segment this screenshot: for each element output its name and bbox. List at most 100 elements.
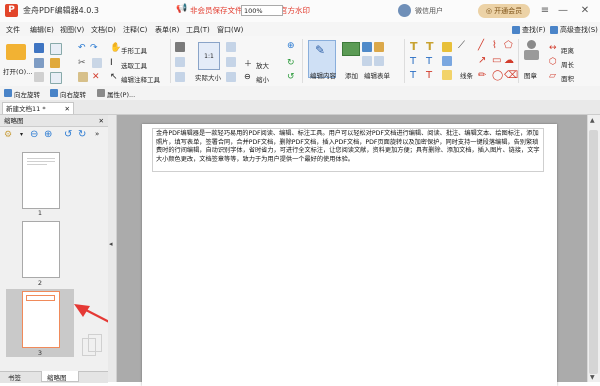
rectangle-icon[interactable]: ▭ bbox=[492, 55, 501, 66]
select-text-label[interactable]: 选取工具 bbox=[121, 60, 147, 70]
new-doc-icon[interactable] bbox=[50, 43, 62, 55]
sticky-note-icon[interactable] bbox=[442, 42, 452, 52]
folder-icon[interactable] bbox=[50, 58, 60, 68]
perimeter-icon[interactable]: ⬡ bbox=[549, 57, 557, 67]
tab-document[interactable]: 新建文档11 * ✕ bbox=[2, 102, 74, 114]
pencil-icon[interactable]: ✏ bbox=[478, 70, 486, 81]
cut-icon[interactable]: ✂ bbox=[78, 58, 86, 68]
minimize-icon[interactable]: — bbox=[556, 4, 570, 18]
add-link-icon[interactable] bbox=[362, 42, 372, 52]
edit-content-label[interactable]: 编辑内容 bbox=[310, 70, 336, 80]
eraser-icon[interactable]: ⌫ bbox=[504, 70, 518, 81]
stamp-label[interactable]: 图章 bbox=[524, 70, 537, 80]
rotate-right-label[interactable]: 向右旋转 bbox=[60, 89, 86, 99]
form-field-icon[interactable] bbox=[362, 56, 372, 66]
print-icon[interactable] bbox=[34, 58, 44, 68]
menu-file[interactable]: 文件 bbox=[6, 25, 20, 35]
single-page-icon[interactable] bbox=[226, 42, 236, 52]
stamp-icon[interactable] bbox=[522, 40, 540, 64]
thumb-zoom-in-icon[interactable]: ⊕ bbox=[44, 129, 52, 140]
line-tool-icon[interactable]: ⟋ bbox=[458, 40, 465, 51]
zoom-in-button-icon[interactable]: ⊕ bbox=[287, 41, 295, 51]
edit-annot-icon[interactable]: ↖ bbox=[110, 72, 118, 82]
properties-icon[interactable] bbox=[97, 89, 105, 97]
open-label[interactable]: 打开(O)... bbox=[3, 66, 32, 76]
polyline-icon[interactable]: ⌇ bbox=[492, 40, 497, 51]
edit-form-label[interactable]: 编辑表单 bbox=[364, 70, 390, 80]
highlighter-icon[interactable] bbox=[442, 70, 452, 80]
redo-icon[interactable]: ↷ bbox=[90, 43, 98, 53]
paste-icon[interactable] bbox=[78, 72, 88, 82]
scroll-down-icon[interactable]: ▼ bbox=[590, 374, 595, 381]
page-icon[interactable] bbox=[50, 72, 62, 84]
facing-page-icon[interactable] bbox=[226, 72, 236, 82]
ellipse-icon[interactable]: ◯ bbox=[492, 70, 503, 81]
close-icon[interactable]: ✕ bbox=[578, 4, 592, 18]
copy-icon[interactable] bbox=[92, 58, 102, 68]
callout-icon[interactable] bbox=[442, 56, 452, 66]
menu-comment[interactable]: 注释(C) bbox=[123, 25, 147, 35]
cloud-icon[interactable]: ☁ bbox=[504, 55, 514, 66]
arrow-icon[interactable]: ↗ bbox=[478, 55, 486, 66]
user-name[interactable]: 微信用户 bbox=[415, 6, 443, 16]
tab-bookmarks[interactable]: 书签 bbox=[8, 372, 21, 382]
zoom-in-icon[interactable]: ＋ bbox=[244, 58, 252, 69]
highlight-text-icon[interactable]: T bbox=[410, 56, 416, 67]
delete-icon[interactable]: ✕ bbox=[92, 72, 100, 82]
distance-label[interactable]: 距离 bbox=[561, 45, 574, 55]
menu-icon[interactable]: ≡ bbox=[538, 4, 552, 18]
diagonal-line-icon[interactable]: ╱ bbox=[478, 40, 484, 51]
menu-view[interactable]: 视图(V) bbox=[60, 25, 84, 35]
add-label[interactable]: 添加 bbox=[345, 70, 358, 80]
hand-tool-icon[interactable]: ✋ bbox=[110, 43, 121, 53]
panel-splitter[interactable] bbox=[108, 115, 117, 382]
zoom-in-label[interactable]: 放大 bbox=[256, 60, 269, 70]
open-folder-icon[interactable] bbox=[6, 44, 26, 60]
line-label[interactable]: 线条 bbox=[460, 70, 473, 80]
rotate-left-icon[interactable] bbox=[4, 89, 12, 97]
edit-annot-label[interactable]: 编辑注释工具 bbox=[121, 74, 160, 84]
select-text-icon[interactable]: Ⅰ bbox=[110, 58, 113, 68]
advanced-search-menu[interactable]: 高级查找(S) bbox=[560, 25, 598, 35]
zoom-out-icon[interactable]: ⊖ bbox=[244, 72, 251, 81]
more-options-icon[interactable]: » bbox=[95, 130, 99, 138]
camera-icon[interactable] bbox=[175, 42, 185, 52]
text-tool-icon[interactable]: T bbox=[410, 40, 418, 53]
polygon-icon[interactable]: ⬠ bbox=[504, 40, 513, 51]
fit-page-icon[interactable] bbox=[175, 57, 185, 67]
page-thumbnail-selected[interactable] bbox=[22, 291, 60, 348]
add-attachment-icon[interactable] bbox=[374, 42, 384, 52]
actual-size-icon[interactable]: 1:1 bbox=[198, 42, 220, 70]
rotate-left-label[interactable]: 向左旋转 bbox=[14, 89, 40, 99]
perimeter-label[interactable]: 周长 bbox=[561, 59, 574, 69]
rotate-cw-icon[interactable]: ↻ bbox=[287, 58, 295, 68]
user-avatar[interactable] bbox=[398, 4, 411, 17]
actual-size-label[interactable]: 实际大小 bbox=[195, 72, 221, 82]
typewriter-icon[interactable]: T bbox=[426, 40, 434, 53]
zoom-select[interactable]: 100% bbox=[241, 5, 283, 16]
add-image-icon[interactable] bbox=[342, 42, 360, 56]
page-thumbnail[interactable] bbox=[22, 152, 60, 209]
email-icon[interactable] bbox=[34, 72, 44, 82]
area-label[interactable]: 面积 bbox=[561, 73, 574, 83]
search-menu[interactable]: 查找(F) bbox=[522, 25, 546, 35]
menu-edit[interactable]: 编辑(E) bbox=[30, 25, 54, 35]
form-checkbox-icon[interactable] bbox=[374, 56, 384, 66]
thumb-zoom-out-icon[interactable]: ⊖ bbox=[30, 129, 38, 140]
distance-icon[interactable]: ↔ bbox=[549, 43, 557, 53]
scroll-up-icon[interactable]: ▲ bbox=[590, 117, 595, 124]
collapse-arrow-icon[interactable]: ◂ bbox=[109, 240, 113, 248]
settings-gear-icon[interactable]: ⚙ bbox=[4, 130, 12, 140]
underline-text-icon[interactable]: T bbox=[426, 56, 432, 67]
thumb-rotate-left-icon[interactable]: ↺ bbox=[64, 129, 72, 140]
thumb-rotate-right-icon[interactable]: ↻ bbox=[78, 129, 86, 140]
panel-close-icon[interactable]: ✕ bbox=[99, 115, 104, 127]
squiggly-text-icon[interactable]: T bbox=[426, 70, 432, 81]
strikeout-text-icon[interactable]: T bbox=[410, 70, 416, 81]
scrollbar-thumb[interactable] bbox=[589, 130, 598, 374]
continuous-page-icon[interactable] bbox=[226, 57, 236, 67]
area-icon[interactable]: ▱ bbox=[549, 71, 556, 81]
hand-tool-label[interactable]: 手形工具 bbox=[121, 45, 147, 55]
page-thumbnail[interactable] bbox=[22, 221, 60, 278]
rotate-right-icon[interactable] bbox=[50, 89, 58, 97]
